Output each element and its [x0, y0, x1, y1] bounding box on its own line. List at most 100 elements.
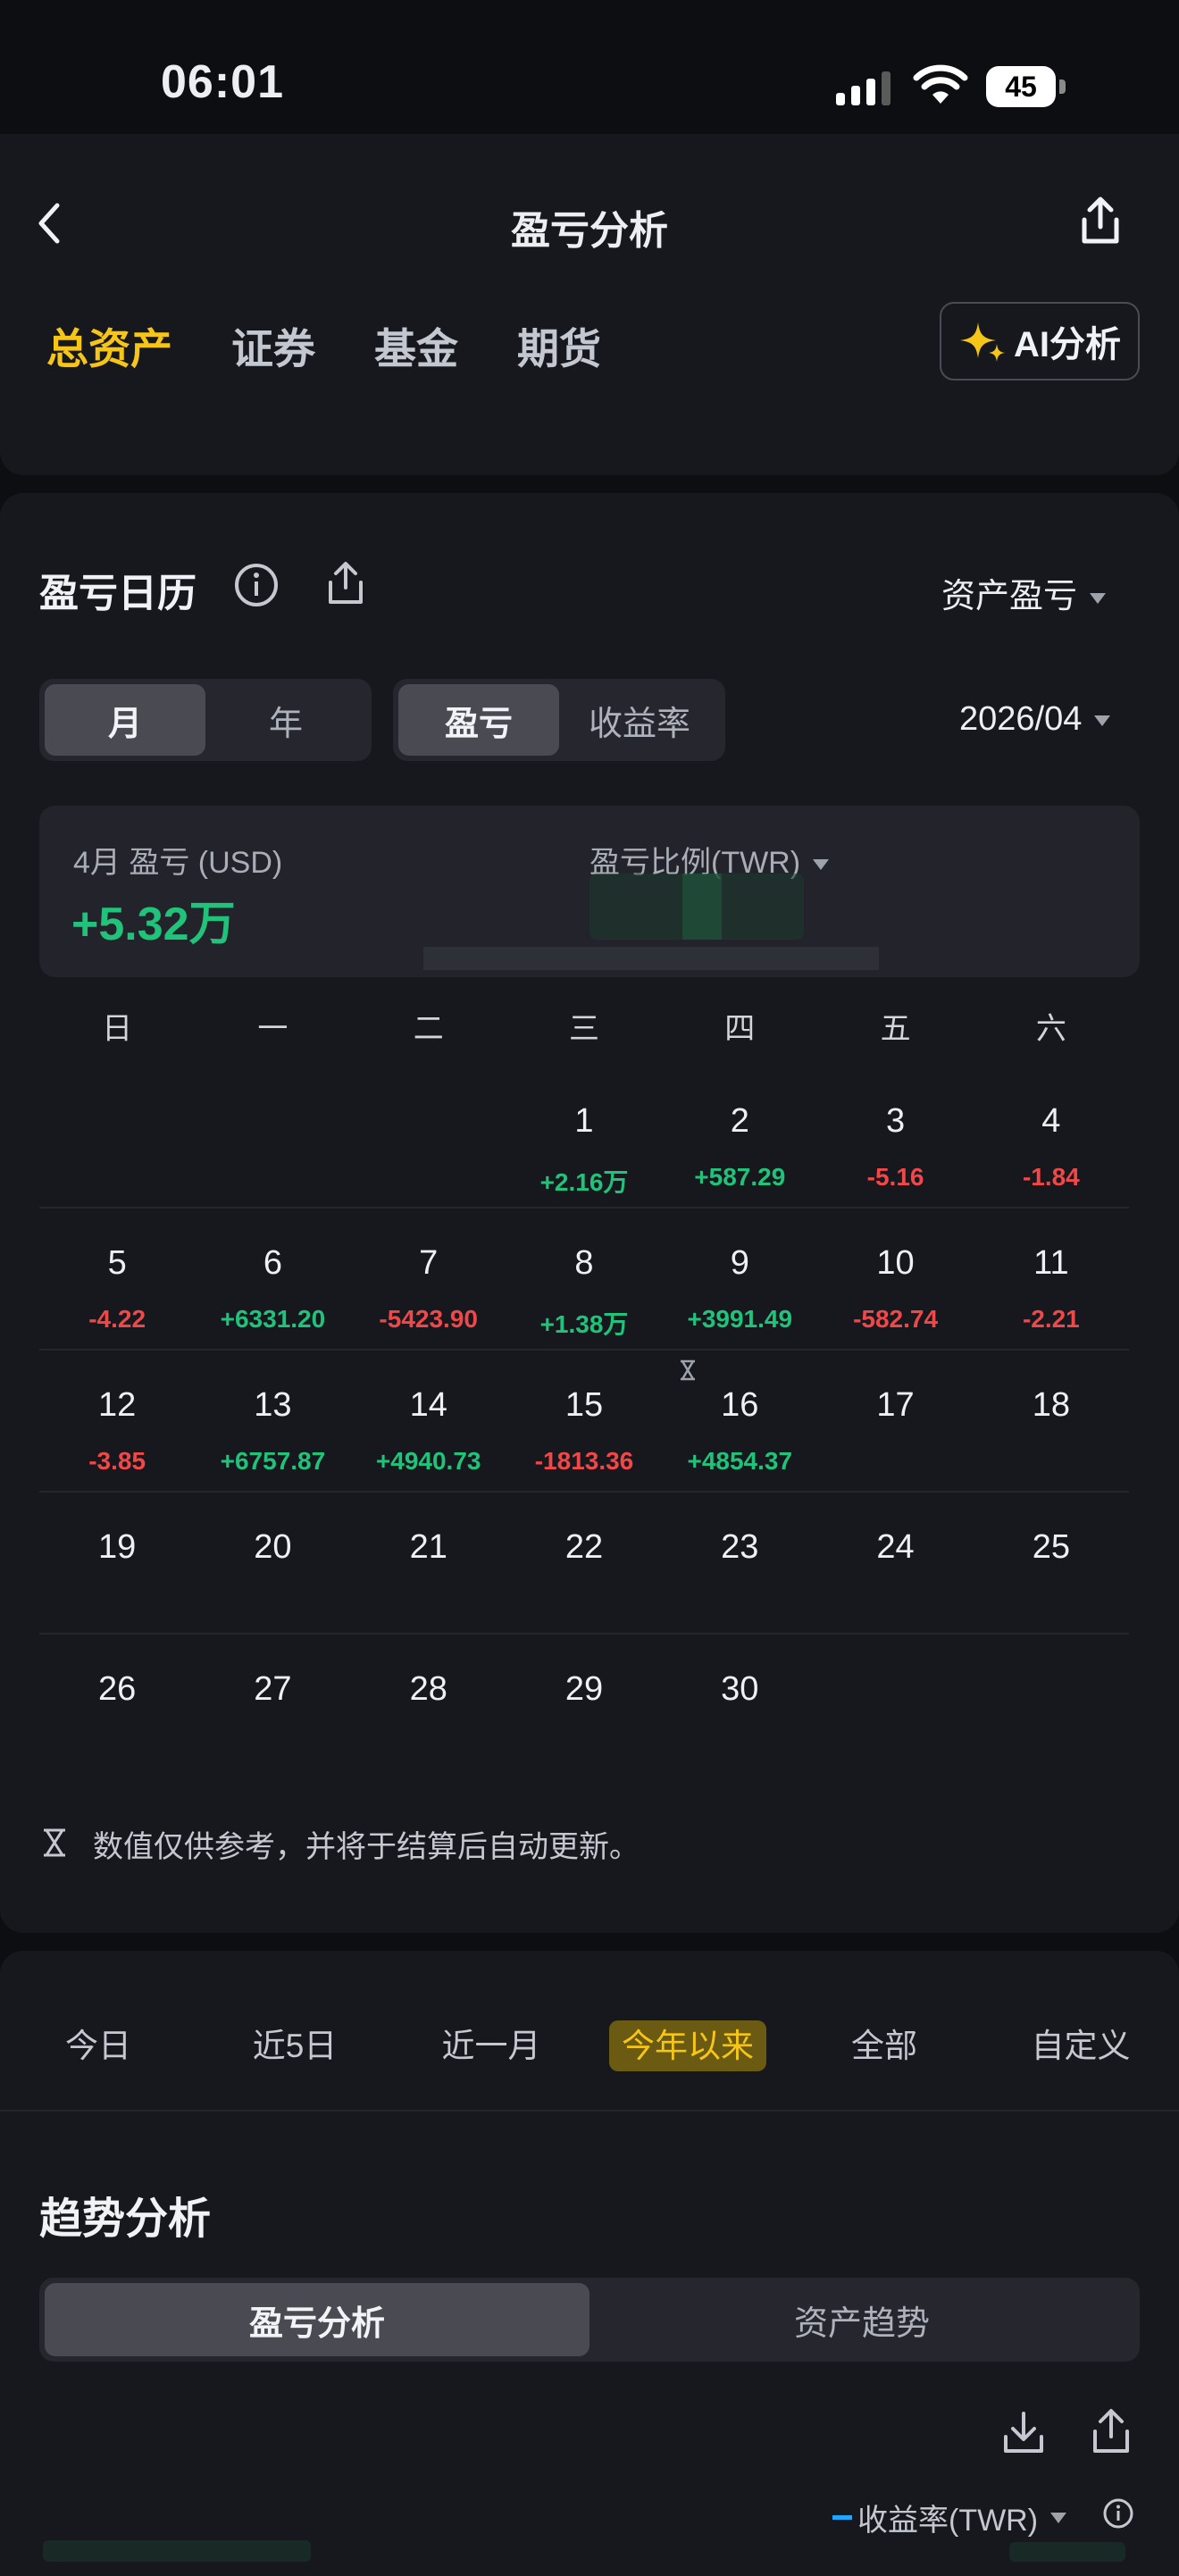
divider	[0, 2110, 1179, 2112]
calendar-day-cell[interactable]: 11 -2.21	[974, 1209, 1129, 1349]
calendar-day-cell[interactable]: 29	[506, 1635, 662, 1777]
legend-info-icon[interactable]	[1102, 2497, 1134, 2530]
calendar-day-cell[interactable]: 1 +2.16万	[506, 1066, 662, 1207]
month-summary: 4月 盈亏 (USD) +5.32万 盈亏比例(TWR)	[39, 806, 1140, 977]
range-today[interactable]: 今日	[0, 2015, 196, 2078]
calendar-day-cell[interactable]: 30	[662, 1635, 817, 1777]
share-button[interactable]	[1075, 195, 1125, 248]
calendar-day-cell[interactable]: 9 +3991.49	[662, 1209, 817, 1349]
asset-tabs: 总资产 证券 基金 期货	[46, 314, 601, 372]
wifi-icon	[913, 64, 968, 105]
day-number: 8	[574, 1244, 594, 1282]
weekday-thu: 四	[724, 1012, 756, 1046]
calendar-empty-cell	[351, 1066, 506, 1207]
weekday-sat: 六	[1035, 1012, 1066, 1046]
calendar-day-cell[interactable]: 24	[817, 1493, 973, 1633]
range-1m[interactable]: 近一月	[393, 2015, 590, 2078]
day-number: 20	[254, 1528, 292, 1566]
calendar-share-icon[interactable]	[323, 559, 368, 609]
day-number: 23	[721, 1528, 759, 1566]
range-all[interactable]: 全部	[786, 2015, 982, 2078]
tab-funds[interactable]: 基金	[374, 314, 458, 372]
trend-share-icon[interactable]	[1088, 2406, 1134, 2458]
metric-toggle: 盈亏 收益率	[393, 679, 725, 761]
legend-line-icon	[832, 2515, 852, 2520]
tab-total-assets[interactable]: 总资产	[46, 314, 172, 372]
download-icon[interactable]	[999, 2408, 1049, 2458]
asset-pnl-label: 资产盈亏	[941, 578, 1078, 615]
metric-return[interactable]: 收益率	[559, 684, 720, 756]
metric-pnl[interactable]: 盈亏	[398, 684, 559, 756]
day-number: 22	[564, 1528, 604, 1566]
date-selector-label: 2026/04	[959, 700, 1083, 738]
calendar-day-cell[interactable]: 26	[39, 1635, 195, 1777]
day-number: 25	[1032, 1528, 1070, 1566]
calendar-empty-cell	[195, 1066, 350, 1207]
calendar-day-cell[interactable]: 20	[195, 1493, 350, 1633]
day-pnl-value: -5423.90	[379, 1305, 478, 1333]
calendar-day-cell[interactable]: 19	[39, 1493, 195, 1633]
day-pnl-value: -5.16	[866, 1163, 924, 1191]
calendar-day-cell[interactable]: 28	[351, 1635, 506, 1777]
ai-button-label: AI分析	[1014, 325, 1121, 364]
day-number: 17	[876, 1386, 915, 1424]
calendar-day-cell[interactable]: 22	[506, 1493, 662, 1633]
calendar-day-cell[interactable]: 27	[195, 1635, 350, 1777]
calendar-day-cell[interactable]: 23	[662, 1493, 817, 1633]
calendar-day-cell[interactable]: 15 -1813.36	[506, 1351, 662, 1491]
weekday-header: 日 一 二 三 四 五 六	[39, 991, 1129, 1066]
day-pnl-value: +2.16万	[539, 1168, 629, 1196]
calendar-week-row: 12 -3.85 13 +6757.87 14 +4940.73 15 -1813.36 16 +…	[39, 1351, 1129, 1493]
calendar-day-cell[interactable]: 17	[817, 1351, 973, 1491]
range-5d[interactable]: 近5日	[196, 2015, 393, 2078]
period-year[interactable]: 年	[205, 684, 366, 756]
calendar-day-cell[interactable]: 7 -5423.90	[351, 1209, 506, 1349]
trend-pnl-tab[interactable]: 盈亏分析	[45, 2283, 590, 2356]
day-pnl-value: -4.22	[88, 1305, 146, 1333]
calendar-day-cell[interactable]: 5 -4.22	[39, 1209, 195, 1349]
calendar-day-cell[interactable]: 8 +1.38万	[506, 1209, 662, 1349]
day-pnl-value: -1813.36	[534, 1447, 634, 1475]
calendar-day-cell[interactable]: 4 -1.84	[974, 1066, 1129, 1207]
trend-assets-tab[interactable]: 资产趋势	[590, 2283, 1134, 2356]
calendar-day-cell[interactable]: 3 -5.16	[817, 1066, 973, 1207]
tab-securities[interactable]: 证券	[231, 314, 315, 372]
trend-legend[interactable]: 收益率(TWR)	[832, 2496, 1067, 2539]
asset-pnl-selector[interactable]: 资产盈亏	[941, 568, 1107, 617]
calendar-week-row: 1 +2.16万 2 +587.29 3 -5.16 4 -1.84	[39, 1066, 1129, 1209]
dropdown-icon	[1094, 715, 1111, 726]
ai-analysis-button[interactable]: AI分析	[940, 302, 1140, 381]
day-pnl-value: +1.38万	[539, 1310, 629, 1338]
day-number: 29	[564, 1670, 604, 1708]
day-pnl-value: +4854.37	[687, 1447, 793, 1475]
day-number: 3	[885, 1102, 906, 1140]
calendar-day-cell[interactable]: 18	[974, 1351, 1129, 1491]
calendar-day-cell[interactable]: 21	[351, 1493, 506, 1633]
calendar-day-cell[interactable]: 14 +4940.73	[351, 1351, 506, 1491]
summary-value: +5.32万	[71, 899, 236, 950]
day-number: 1	[574, 1102, 594, 1140]
calendar-day-cell[interactable]: 10 -582.74	[817, 1209, 973, 1349]
range-ytd[interactable]: 今年以来	[590, 2015, 786, 2078]
calendar-day-cell[interactable]: 6 +6331.20	[195, 1209, 350, 1349]
day-pnl-value: +6757.87	[220, 1447, 326, 1475]
calendar-day-cell[interactable]: 13 +6757.87	[195, 1351, 350, 1491]
info-icon[interactable]	[232, 561, 280, 609]
range-custom[interactable]: 自定义	[982, 2015, 1179, 2078]
period-month[interactable]: 月	[45, 684, 205, 756]
calendar-day-cell[interactable]: 2 +587.29	[662, 1066, 817, 1207]
tab-futures[interactable]: 期货	[517, 314, 601, 372]
trend-toggle: 盈亏分析 资产趋势	[39, 2278, 1140, 2362]
day-number: 10	[876, 1244, 915, 1282]
calendar-day-cell[interactable]: 25	[974, 1493, 1129, 1633]
summary-label: 4月 盈亏 (USD)	[73, 846, 283, 880]
date-selector[interactable]: 2026/04	[959, 700, 1111, 739]
day-number: 12	[98, 1386, 137, 1424]
calendar-day-cell[interactable]: 12 -3.85	[39, 1351, 195, 1491]
weekday-mon: 一	[257, 1012, 288, 1046]
dropdown-icon	[1090, 592, 1107, 604]
weekday-wed: 三	[568, 1012, 599, 1046]
dropdown-icon	[813, 859, 830, 871]
day-pnl-value: -2.21	[1022, 1305, 1080, 1333]
legend-label: 收益率(TWR)	[857, 2504, 1039, 2538]
